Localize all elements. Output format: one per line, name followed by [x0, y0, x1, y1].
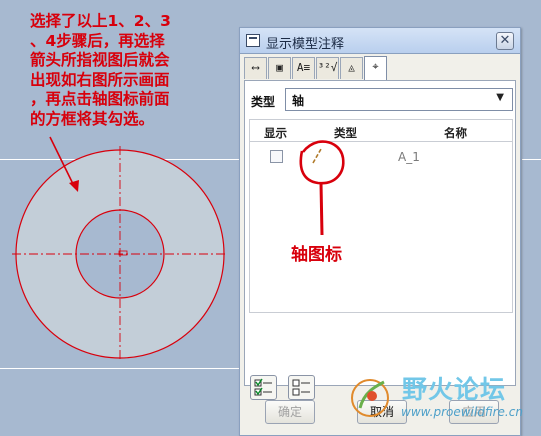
watermark-text: 野火论坛	[402, 375, 507, 404]
watermark-url: www.proewildfire.cn	[401, 405, 523, 419]
